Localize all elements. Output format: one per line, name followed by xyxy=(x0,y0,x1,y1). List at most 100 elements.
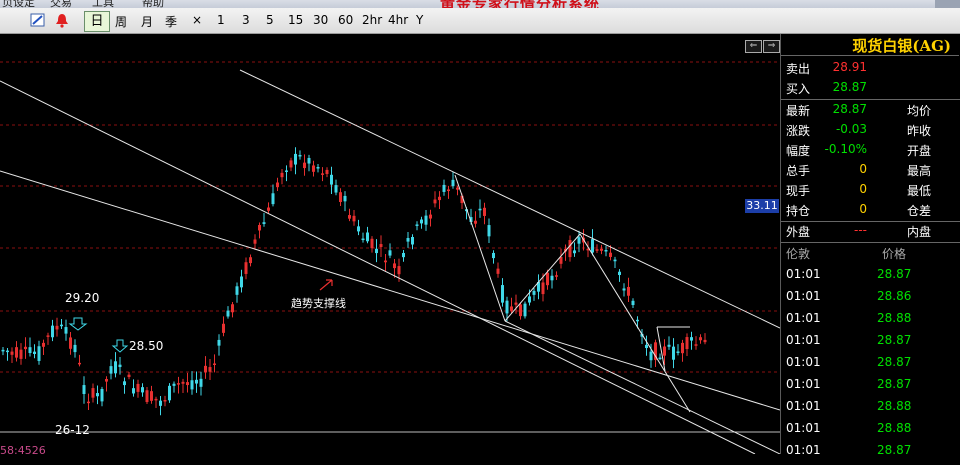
candle-body xyxy=(352,215,356,222)
candle-body xyxy=(222,323,225,333)
quote-value: --- xyxy=(854,223,867,237)
candle-body xyxy=(123,381,126,386)
candle-body xyxy=(195,379,198,384)
quote-value: -0.10% xyxy=(824,142,867,156)
candle-body xyxy=(136,383,140,392)
date-label: 26-12 xyxy=(55,423,90,437)
quote-value: -0.03 xyxy=(835,122,867,136)
period-1-button[interactable]: 1 xyxy=(217,13,225,27)
candle-body xyxy=(64,327,68,334)
candle-body xyxy=(483,207,486,216)
candle-body xyxy=(177,383,180,385)
period-quarter-button[interactable]: 季 xyxy=(165,13,177,30)
period-4hr-button[interactable]: 4hr xyxy=(388,13,408,27)
candle-body xyxy=(321,173,324,175)
period-15-button[interactable]: 15 xyxy=(288,13,303,27)
candle-body xyxy=(150,391,153,401)
quote-value: 28.91 xyxy=(832,60,867,74)
candle-body xyxy=(267,207,270,211)
tick-row: 01:01 28.87 xyxy=(781,377,960,399)
candle-body xyxy=(316,167,320,169)
quote-label-right: 昨收 xyxy=(907,124,932,138)
menu-item-trade[interactable]: 交易 xyxy=(50,0,72,8)
candle-body xyxy=(294,153,297,165)
quote-label-right: 最低 xyxy=(907,184,932,198)
candle-body xyxy=(429,214,432,219)
candle-body xyxy=(492,252,495,259)
candle-body xyxy=(114,361,117,374)
quote-label: 卖出 xyxy=(786,62,811,76)
period-year-button[interactable]: Y xyxy=(416,13,423,27)
tick-time: 01:01 xyxy=(786,421,821,435)
candle-body xyxy=(591,239,594,253)
candle-body xyxy=(627,286,630,296)
candle-body xyxy=(208,367,212,372)
scroll-right-button[interactable]: ⇒ xyxy=(763,40,780,53)
candle-body xyxy=(37,346,41,361)
period-day-button[interactable]: 日 xyxy=(84,11,110,32)
candle-body xyxy=(676,351,680,353)
candle-body xyxy=(217,339,221,346)
price-chart[interactable]: 29.20 28.50 26-12 趋势支撑线 33.11 58:4526 xyxy=(0,34,781,457)
candle-body xyxy=(447,189,450,192)
candle-body xyxy=(546,272,549,286)
candle-body xyxy=(379,244,383,248)
period-5-button[interactable]: 5 xyxy=(266,13,274,27)
period-3-button[interactable]: 3 xyxy=(242,13,250,27)
period-60-button[interactable]: 60 xyxy=(338,13,353,27)
tick-time: 01:01 xyxy=(786,289,821,303)
candle-body xyxy=(451,179,455,187)
candle-body xyxy=(645,344,648,349)
candle-body xyxy=(334,185,338,193)
quote-panel: 现货白银(AG) 卖出 28.91 买入 28.87 最新 28.87 均价 涨… xyxy=(780,34,960,457)
instrument-title: 现货白银(AG) xyxy=(781,34,959,56)
menu-item-page[interactable]: 页设定 xyxy=(2,0,35,8)
candle-body xyxy=(1,349,5,352)
quote-label-right: 最高 xyxy=(907,164,932,178)
tick-row: 01:01 28.88 xyxy=(781,311,960,333)
candle-body xyxy=(532,290,536,295)
period-30-button[interactable]: 30 xyxy=(313,13,328,27)
period-2hr-button[interactable]: 2hr xyxy=(362,13,382,27)
divider xyxy=(781,99,960,100)
tick-time: 01:01 xyxy=(786,377,821,391)
draw-tool-icon[interactable] xyxy=(30,12,46,28)
candle-body xyxy=(366,232,369,242)
trendline xyxy=(0,80,756,455)
scroll-left-button[interactable]: ⇐ xyxy=(745,40,762,53)
divider xyxy=(781,221,960,222)
candle-body xyxy=(33,351,36,355)
period-week-button[interactable]: 周 xyxy=(115,13,127,30)
alarm-bell-icon[interactable] xyxy=(54,12,70,28)
candle-body xyxy=(505,300,509,314)
chart-scroll-controls: ⇐ ⇒ xyxy=(745,37,781,53)
tick-row: 01:01 28.87 xyxy=(781,443,960,465)
tick-row: 01:01 28.88 xyxy=(781,399,960,421)
menu-item-tools[interactable]: 工具 xyxy=(92,0,114,8)
candle-body xyxy=(433,199,437,204)
candle-body xyxy=(424,215,428,225)
candle-body xyxy=(28,347,32,353)
candle-body xyxy=(415,224,419,226)
tick-price: 28.88 xyxy=(877,311,912,325)
candle-body xyxy=(343,195,347,202)
period-close-button[interactable]: × xyxy=(192,13,202,27)
candle-body xyxy=(42,342,45,347)
candle-body xyxy=(609,252,612,257)
menu-item-help[interactable]: 帮助 xyxy=(142,0,164,8)
candle-body xyxy=(456,187,459,190)
candle-body xyxy=(442,184,446,192)
candle-body xyxy=(487,225,491,237)
quote-row-last: 最新 28.87 均价 xyxy=(781,102,960,122)
candle-body xyxy=(514,302,518,305)
quote-row-volume: 总手 0 最高 xyxy=(781,162,960,182)
quote-row-outer: 外盘 --- 内盘 xyxy=(781,223,960,243)
candlestick-chart-svg[interactable] xyxy=(0,34,781,455)
candle-body xyxy=(6,350,9,353)
quote-label-right: 均价 xyxy=(907,104,932,118)
candle-body xyxy=(141,387,144,393)
quote-label: 总手 xyxy=(786,164,811,178)
candle-body xyxy=(258,224,261,231)
period-month-button[interactable]: 月 xyxy=(141,13,153,30)
tick-price: 28.88 xyxy=(877,399,912,413)
